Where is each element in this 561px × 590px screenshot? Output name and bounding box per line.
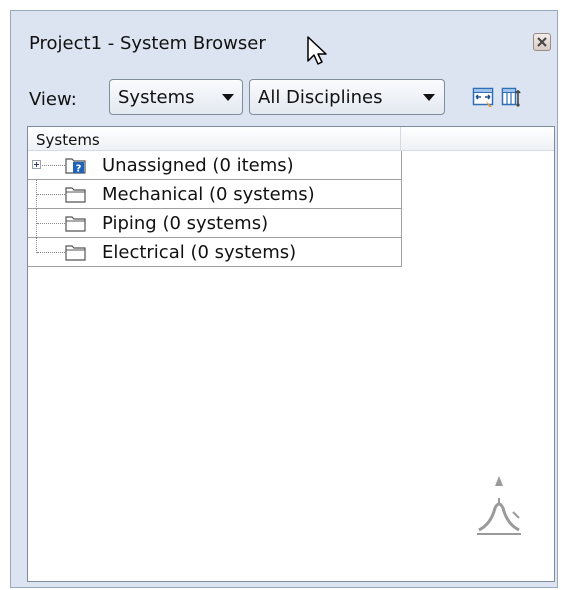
tree-row-unassigned[interactable]: ? Unassigned (0 items) (28, 151, 402, 180)
view-select[interactable]: Systems (109, 79, 243, 115)
column-header[interactable]: Systems (28, 127, 554, 151)
expand-plus-icon[interactable] (32, 160, 41, 169)
close-icon (537, 37, 547, 47)
title-bar[interactable]: Project1 - System Browser (11, 11, 557, 65)
view-select-value: Systems (118, 87, 195, 108)
system-browser-panel: Project1 - System Browser View: Systems … (10, 10, 558, 588)
svg-text:?: ? (76, 164, 82, 175)
folder-icon (65, 243, 87, 261)
discipline-select-value: All Disciplines (258, 87, 383, 108)
tree-row-electrical[interactable]: Electrical (0 systems) (28, 238, 402, 267)
autofit-columns-icon[interactable] (472, 86, 494, 108)
tree-rows: ? Unassigned (0 items) Mechanical (0 sys… (28, 151, 402, 267)
unassigned-folder-icon: ? (65, 156, 87, 175)
tree-row-mechanical[interactable]: Mechanical (0 systems) (28, 180, 402, 209)
tree-row-piping[interactable]: Piping (0 systems) (28, 209, 402, 238)
tree-row-label: Piping (0 systems) (102, 213, 269, 234)
view-label: View: (29, 89, 77, 110)
column-header-label: Systems (36, 131, 100, 149)
column-settings-icon[interactable] (501, 86, 523, 108)
chevron-down-icon (423, 94, 435, 101)
close-button[interactable] (533, 33, 551, 51)
watermark-logo-icon (473, 472, 525, 547)
column-header-systems[interactable]: Systems (28, 127, 401, 151)
toolbar: View: Systems All Disciplines (11, 59, 557, 115)
folder-icon (65, 214, 87, 232)
window-title: Project1 - System Browser (29, 33, 266, 54)
folder-icon (65, 185, 87, 203)
tree-row-label: Electrical (0 systems) (102, 242, 297, 263)
tree-row-label: Unassigned (0 items) (102, 155, 294, 176)
systems-tree[interactable]: Systems ? Unassigned (0 items) Mechanica… (27, 126, 555, 582)
discipline-select[interactable]: All Disciplines (249, 79, 445, 115)
chevron-down-icon (222, 94, 234, 101)
tree-row-label: Mechanical (0 systems) (102, 184, 315, 205)
